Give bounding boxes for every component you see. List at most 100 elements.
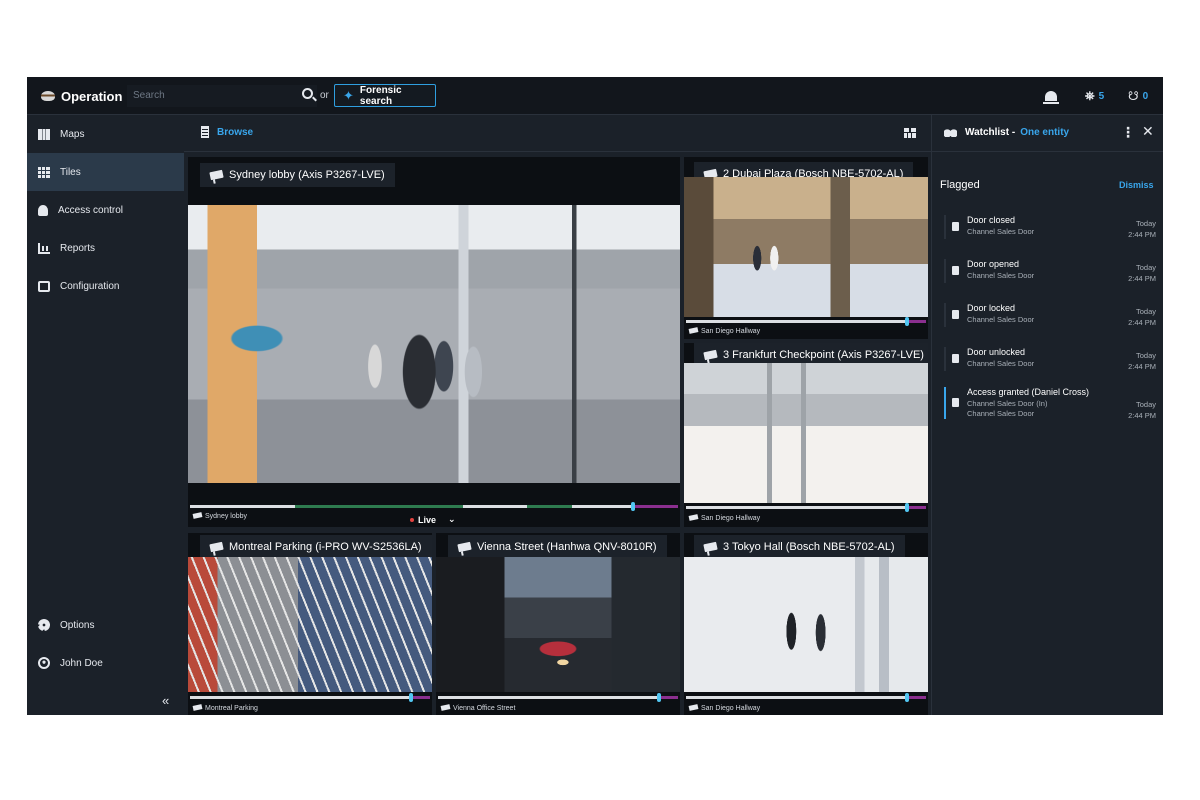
sidebar-item-reports[interactable]: Reports (27, 229, 184, 267)
browse-bar: Browse (184, 115, 931, 152)
chevron-down-icon: ⌄ (448, 514, 456, 524)
camera-icon (688, 514, 699, 521)
tile-footer: Vienna Office Street (436, 692, 680, 715)
event-time: Today 2:44 PM (1128, 219, 1156, 239)
binoculars-icon: ⛯ (1085, 88, 1095, 103)
sidebar-item-maps[interactable]: Maps (27, 115, 184, 153)
video-feed[interactable] (436, 557, 680, 692)
camera-tile[interactable]: 2 Dubai Plaza (Bosch NBE-5702-AL) San Di… (684, 157, 928, 339)
live-dropdown[interactable]: Live ⌄ (410, 514, 456, 525)
sidebar-item-label: Options (60, 619, 95, 631)
timeline-knob[interactable] (631, 502, 635, 511)
watchlist-panel: Watchlist - One entity ⋮ ✕ Flagged Dismi… (931, 115, 1163, 715)
timeline-scrubber[interactable] (190, 693, 430, 702)
timeline-scrubber[interactable] (686, 317, 926, 326)
camera-tile[interactable]: Vienna Street (Hanhwa QNV-8010R) Vienna … (436, 533, 680, 715)
alarm-icon (1043, 91, 1059, 104)
live-dot-icon (410, 517, 414, 522)
camera-tile[interactable]: 3 Frankfurt Checkpoint (Axis P3267-LVE) … (684, 343, 928, 527)
camera-icon (688, 327, 699, 334)
timeline-knob[interactable] (905, 693, 909, 702)
watchlist-title: Watchlist - One entity (944, 127, 1069, 138)
watchlist-event[interactable]: Door unlocked Channel Sales Door Today 2:… (944, 347, 1156, 371)
watch-button[interactable]: ☋ 0 (1128, 77, 1148, 115)
tile-footer-label: Sydney lobby (192, 512, 248, 520)
access-control-icon (38, 204, 48, 216)
dismiss-button[interactable]: Dismiss (1119, 180, 1154, 190)
tile-grid: Sydney lobby (Axis P3267-LVE) Sydney lob… (184, 153, 931, 715)
tile-footer-label: San Diego Hallway (688, 704, 760, 712)
timeline-scrubber[interactable] (438, 693, 678, 702)
door-icon (952, 266, 959, 275)
footer-text: Sydney lobby (205, 513, 248, 520)
video-feed[interactable] (188, 557, 432, 692)
tile-title-text: 3 Tokyo Hall (Bosch NBE-5702-AL) (723, 541, 895, 553)
video-feed[interactable] (684, 557, 928, 692)
tile-title-text: Vienna Street (Hanhwa QNV-8010R) (477, 541, 657, 553)
tile-title: Sydney lobby (Axis P3267-LVE) (200, 163, 395, 187)
sidebar-item-user[interactable]: John Doe (27, 644, 184, 682)
tile-footer: San Diego Hallway (684, 317, 928, 339)
or-text: or (320, 90, 329, 101)
event-time: Today 2:44 PM (1128, 307, 1156, 327)
sidebar-item-configuration[interactable]: Configuration (27, 267, 184, 305)
collapse-sidebar-icon[interactable]: « (162, 693, 169, 708)
camera-icon (192, 512, 203, 519)
camera-icon (440, 704, 451, 711)
timeline-knob[interactable] (905, 317, 909, 326)
event-time: Today 2:44 PM (1128, 400, 1156, 420)
camera-tile[interactable]: Sydney lobby (Axis P3267-LVE) Sydney lob… (188, 157, 680, 527)
app-title: Operation (61, 88, 123, 104)
watchlist-event[interactable]: Door closed Channel Sales Door Today 2:44… (944, 215, 1156, 239)
sidebar-item-label: Access control (58, 204, 124, 216)
search-input[interactable]: Search (127, 85, 317, 107)
timeline-knob[interactable] (905, 503, 909, 512)
watchlist-event[interactable]: Door locked Channel Sales Door Today 2:44… (944, 303, 1156, 327)
reports-icon (38, 242, 50, 254)
camera-tile[interactable]: Montreal Parking (i-PRO WV-S2536LA) Mont… (188, 533, 432, 715)
footer-text: San Diego Hallway (701, 515, 761, 522)
footer-text: Vienna Office Street (453, 705, 516, 712)
app-brand[interactable]: Operation (41, 87, 122, 105)
tile-footer-label: San Diego Hallway (688, 514, 761, 522)
sidebar-item-label: Configuration (60, 280, 120, 292)
browse-label: Browse (217, 126, 254, 138)
watch-count: 0 (1142, 90, 1149, 102)
event-title: Access granted (Daniel Cross) (967, 387, 1090, 397)
video-feed[interactable] (684, 363, 928, 503)
logo-icon (41, 91, 55, 101)
more-options-icon[interactable]: ⋮ (1121, 124, 1135, 141)
timeline-knob[interactable] (657, 693, 661, 702)
tile-title: Vienna Street (Hanhwa QNV-8010R) (448, 535, 667, 559)
event-time: Today 2:44 PM (1128, 351, 1156, 371)
door-icon (952, 398, 959, 407)
gear-icon (38, 619, 50, 631)
binoculars-icon (944, 128, 957, 137)
sidebar-item-access-control[interactable]: Access control (27, 191, 184, 229)
timeline-scrubber[interactable] (686, 503, 926, 512)
timeline-knob[interactable] (409, 693, 413, 702)
video-feed[interactable] (188, 205, 680, 483)
layout-icon[interactable] (904, 128, 916, 138)
sidebar-item-options[interactable]: Options (27, 606, 184, 644)
video-feed[interactable] (684, 177, 928, 317)
camera-icon (688, 704, 699, 711)
sidebar-item-tiles[interactable]: Tiles (27, 153, 184, 191)
watchlist-event[interactable]: Access granted (Daniel Cross) Channel Sa… (944, 387, 1156, 420)
building-icon (201, 126, 209, 138)
camera-icon (209, 169, 224, 181)
forensic-search-button[interactable]: ✦ Forensic search (334, 84, 436, 107)
browse-link[interactable]: Browse (201, 126, 253, 138)
timeline-scrubber[interactable] (686, 693, 926, 702)
sidebar-item-label: Tiles (60, 166, 81, 178)
search-icon[interactable] (302, 88, 313, 99)
alarm-button[interactable] (1043, 77, 1059, 115)
footer-text: San Diego Hallway (701, 328, 761, 335)
camera-tile[interactable]: 3 Tokyo Hall (Bosch NBE-5702-AL) San Die… (684, 533, 928, 715)
watchlist-entity[interactable]: One entity (1020, 127, 1069, 138)
close-icon[interactable]: ✕ (1142, 123, 1154, 140)
tiles-icon (38, 166, 50, 178)
binoculars-button[interactable]: ⛯ 5 (1085, 77, 1104, 115)
watchlist-event[interactable]: Door opened Channel Sales Door Today 2:44… (944, 259, 1156, 283)
timeline-scrubber[interactable] (190, 502, 678, 511)
